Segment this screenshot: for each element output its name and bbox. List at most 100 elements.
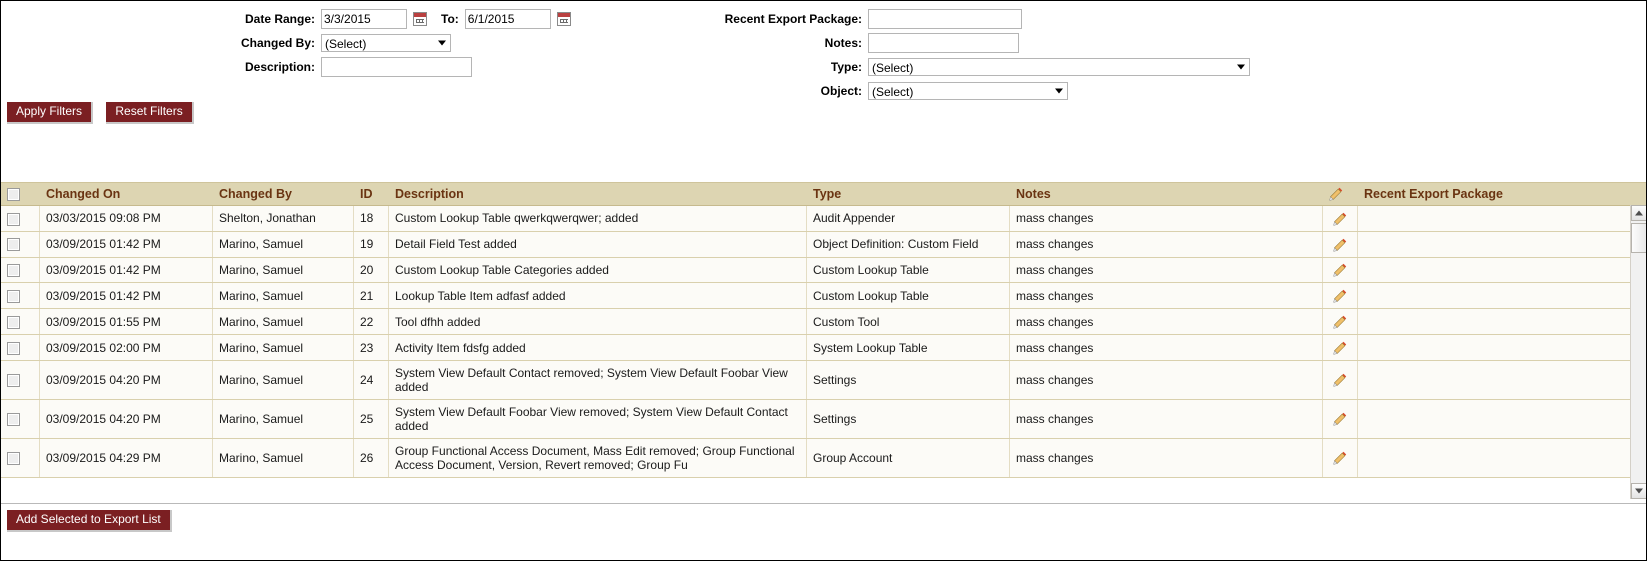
cell-type: System Lookup Table bbox=[806, 334, 1010, 361]
add-selected-to-export-list-button[interactable]: Add Selected to Export List bbox=[7, 510, 172, 532]
row-checkbox[interactable] bbox=[7, 374, 20, 388]
filter-panel: Date Range: To: Changed By: (Select) Des… bbox=[1, 1, 1646, 136]
filter-row-recent-export-package: Recent Export Package: bbox=[717, 7, 1417, 31]
cell-changed-on: 03/09/2015 04:20 PM bbox=[39, 360, 213, 400]
recent-export-package-label: Recent Export Package: bbox=[724, 12, 862, 26]
cell-id: 20 bbox=[353, 257, 389, 284]
chevron-down-icon bbox=[1237, 64, 1245, 70]
triangle-up-icon bbox=[1635, 210, 1643, 216]
pencil-icon[interactable] bbox=[1333, 315, 1347, 329]
table-row[interactable]: 03/03/2015 09:08 PM Shelton, Jonathan 18… bbox=[1, 205, 1646, 232]
scroll-down-button[interactable] bbox=[1631, 483, 1646, 499]
cell-id: 23 bbox=[353, 334, 389, 361]
table-row[interactable]: 03/09/2015 02:00 PM Marino, Samuel 23 Ac… bbox=[1, 334, 1646, 361]
cell-edit bbox=[1322, 282, 1358, 310]
description-input[interactable] bbox=[321, 57, 472, 77]
column-header-type[interactable]: Type bbox=[806, 183, 1010, 206]
row-checkbox[interactable] bbox=[7, 341, 20, 355]
table-row[interactable]: 03/09/2015 04:20 PM Marino, Samuel 24 Sy… bbox=[1, 360, 1646, 400]
pencil-icon[interactable] bbox=[1333, 289, 1347, 304]
date-to-input[interactable] bbox=[464, 9, 551, 29]
cell-id: 24 bbox=[353, 360, 389, 400]
changed-by-select[interactable]: (Select) bbox=[321, 34, 451, 52]
pencil-icon[interactable] bbox=[1333, 263, 1347, 278]
cell-recent-export-package bbox=[1357, 438, 1646, 478]
cell-type: Group Account bbox=[806, 438, 1010, 478]
cell-changed-on: 03/03/2015 09:08 PM bbox=[39, 205, 213, 232]
cell-recent-export-package bbox=[1357, 360, 1646, 400]
cell-description: System View Default Contact removed; Sys… bbox=[388, 360, 807, 400]
cell-changed-on: 03/09/2015 02:00 PM bbox=[39, 334, 213, 361]
cell-edit bbox=[1322, 257, 1358, 284]
scrollbar-thumb[interactable] bbox=[1631, 223, 1646, 253]
column-header-changed-on[interactable]: Changed On bbox=[39, 183, 213, 206]
row-checkbox[interactable] bbox=[7, 413, 20, 427]
table-row[interactable]: 03/09/2015 01:55 PM Marino, Samuel 22 To… bbox=[1, 308, 1646, 336]
cell-type: Custom Lookup Table bbox=[806, 257, 1010, 284]
cell-edit bbox=[1322, 205, 1358, 232]
cell-recent-export-package bbox=[1357, 205, 1646, 232]
cell-type: Object Definition: Custom Field bbox=[806, 231, 1010, 258]
row-select-cell bbox=[1, 257, 40, 284]
cell-type: Settings bbox=[806, 360, 1010, 400]
cell-description: Group Functional Access Document, Mass E… bbox=[388, 438, 807, 478]
reset-filters-button[interactable]: Reset Filters bbox=[106, 102, 194, 124]
cell-recent-export-package bbox=[1357, 308, 1646, 336]
pencil-icon[interactable] bbox=[1333, 373, 1347, 388]
cell-changed-on: 03/09/2015 04:29 PM bbox=[39, 438, 213, 478]
cell-type: Custom Tool bbox=[806, 308, 1010, 336]
row-checkbox[interactable] bbox=[7, 452, 20, 466]
filter-row-object: Object: (Select) bbox=[717, 79, 1417, 103]
table-row[interactable]: 03/09/2015 01:42 PM Marino, Samuel 20 Cu… bbox=[1, 257, 1646, 284]
row-checkbox[interactable] bbox=[7, 315, 20, 329]
row-checkbox[interactable] bbox=[7, 212, 20, 226]
column-header-changed-by[interactable]: Changed By bbox=[212, 183, 354, 206]
column-header-id[interactable]: ID bbox=[353, 183, 389, 206]
calendar-icon-to[interactable] bbox=[556, 12, 571, 26]
pencil-icon bbox=[1329, 187, 1343, 202]
row-checkbox[interactable] bbox=[7, 238, 20, 252]
grid-vertical-scrollbar[interactable] bbox=[1630, 205, 1646, 499]
row-checkbox[interactable] bbox=[7, 290, 20, 304]
notes-input[interactable] bbox=[868, 33, 1019, 53]
cell-changed-on: 03/09/2015 01:55 PM bbox=[39, 308, 213, 336]
pencil-icon[interactable] bbox=[1333, 412, 1347, 427]
date-range-label: Date Range: bbox=[244, 12, 315, 26]
table-row[interactable]: 03/09/2015 01:42 PM Marino, Samuel 21 Lo… bbox=[1, 282, 1646, 310]
select-all-checkbox[interactable] bbox=[7, 188, 20, 202]
cell-type: Settings bbox=[806, 399, 1010, 439]
cell-notes: mass changes bbox=[1009, 257, 1323, 284]
filter-row-type: Type: (Select) bbox=[717, 55, 1417, 79]
type-select[interactable]: (Select) bbox=[868, 58, 1250, 76]
table-row[interactable]: 03/09/2015 01:42 PM Marino, Samuel 19 De… bbox=[1, 231, 1646, 258]
grid-header: Changed On Changed By ID Description Typ… bbox=[1, 183, 1646, 206]
cell-recent-export-package bbox=[1357, 399, 1646, 439]
date-from-input[interactable] bbox=[321, 9, 407, 29]
column-header-notes[interactable]: Notes bbox=[1009, 183, 1323, 206]
cell-changed-by: Marino, Samuel bbox=[212, 334, 354, 361]
table-row[interactable]: 03/09/2015 04:20 PM Marino, Samuel 25 Sy… bbox=[1, 399, 1646, 439]
cell-changed-on: 03/09/2015 04:20 PM bbox=[39, 399, 213, 439]
apply-filters-button[interactable]: Apply Filters bbox=[7, 102, 94, 124]
pencil-icon[interactable] bbox=[1333, 238, 1347, 252]
cell-edit bbox=[1322, 334, 1358, 361]
notes-label: Notes: bbox=[824, 36, 862, 50]
cell-edit bbox=[1322, 308, 1358, 336]
grid-footer-bar: Add Selected to Export List bbox=[1, 503, 1646, 560]
table-row[interactable]: 03/09/2015 04:29 PM Marino, Samuel 26 Gr… bbox=[1, 438, 1646, 478]
column-header-recent-export-package[interactable]: Recent Export Package bbox=[1357, 183, 1646, 206]
cell-id: 25 bbox=[353, 399, 389, 439]
scroll-up-button[interactable] bbox=[1631, 205, 1646, 221]
cell-recent-export-package bbox=[1357, 334, 1646, 361]
cell-changed-by: Marino, Samuel bbox=[212, 308, 354, 336]
pencil-icon[interactable] bbox=[1333, 451, 1347, 466]
object-label: Object: bbox=[820, 84, 862, 98]
cell-changed-on: 03/09/2015 01:42 PM bbox=[39, 257, 213, 284]
column-header-description[interactable]: Description bbox=[388, 183, 807, 206]
recent-export-package-input[interactable] bbox=[868, 9, 1022, 29]
object-select[interactable]: (Select) bbox=[868, 82, 1068, 100]
pencil-icon[interactable] bbox=[1333, 341, 1347, 355]
row-checkbox[interactable] bbox=[7, 264, 20, 278]
pencil-icon[interactable] bbox=[1333, 212, 1347, 226]
calendar-icon-from[interactable] bbox=[413, 12, 427, 26]
